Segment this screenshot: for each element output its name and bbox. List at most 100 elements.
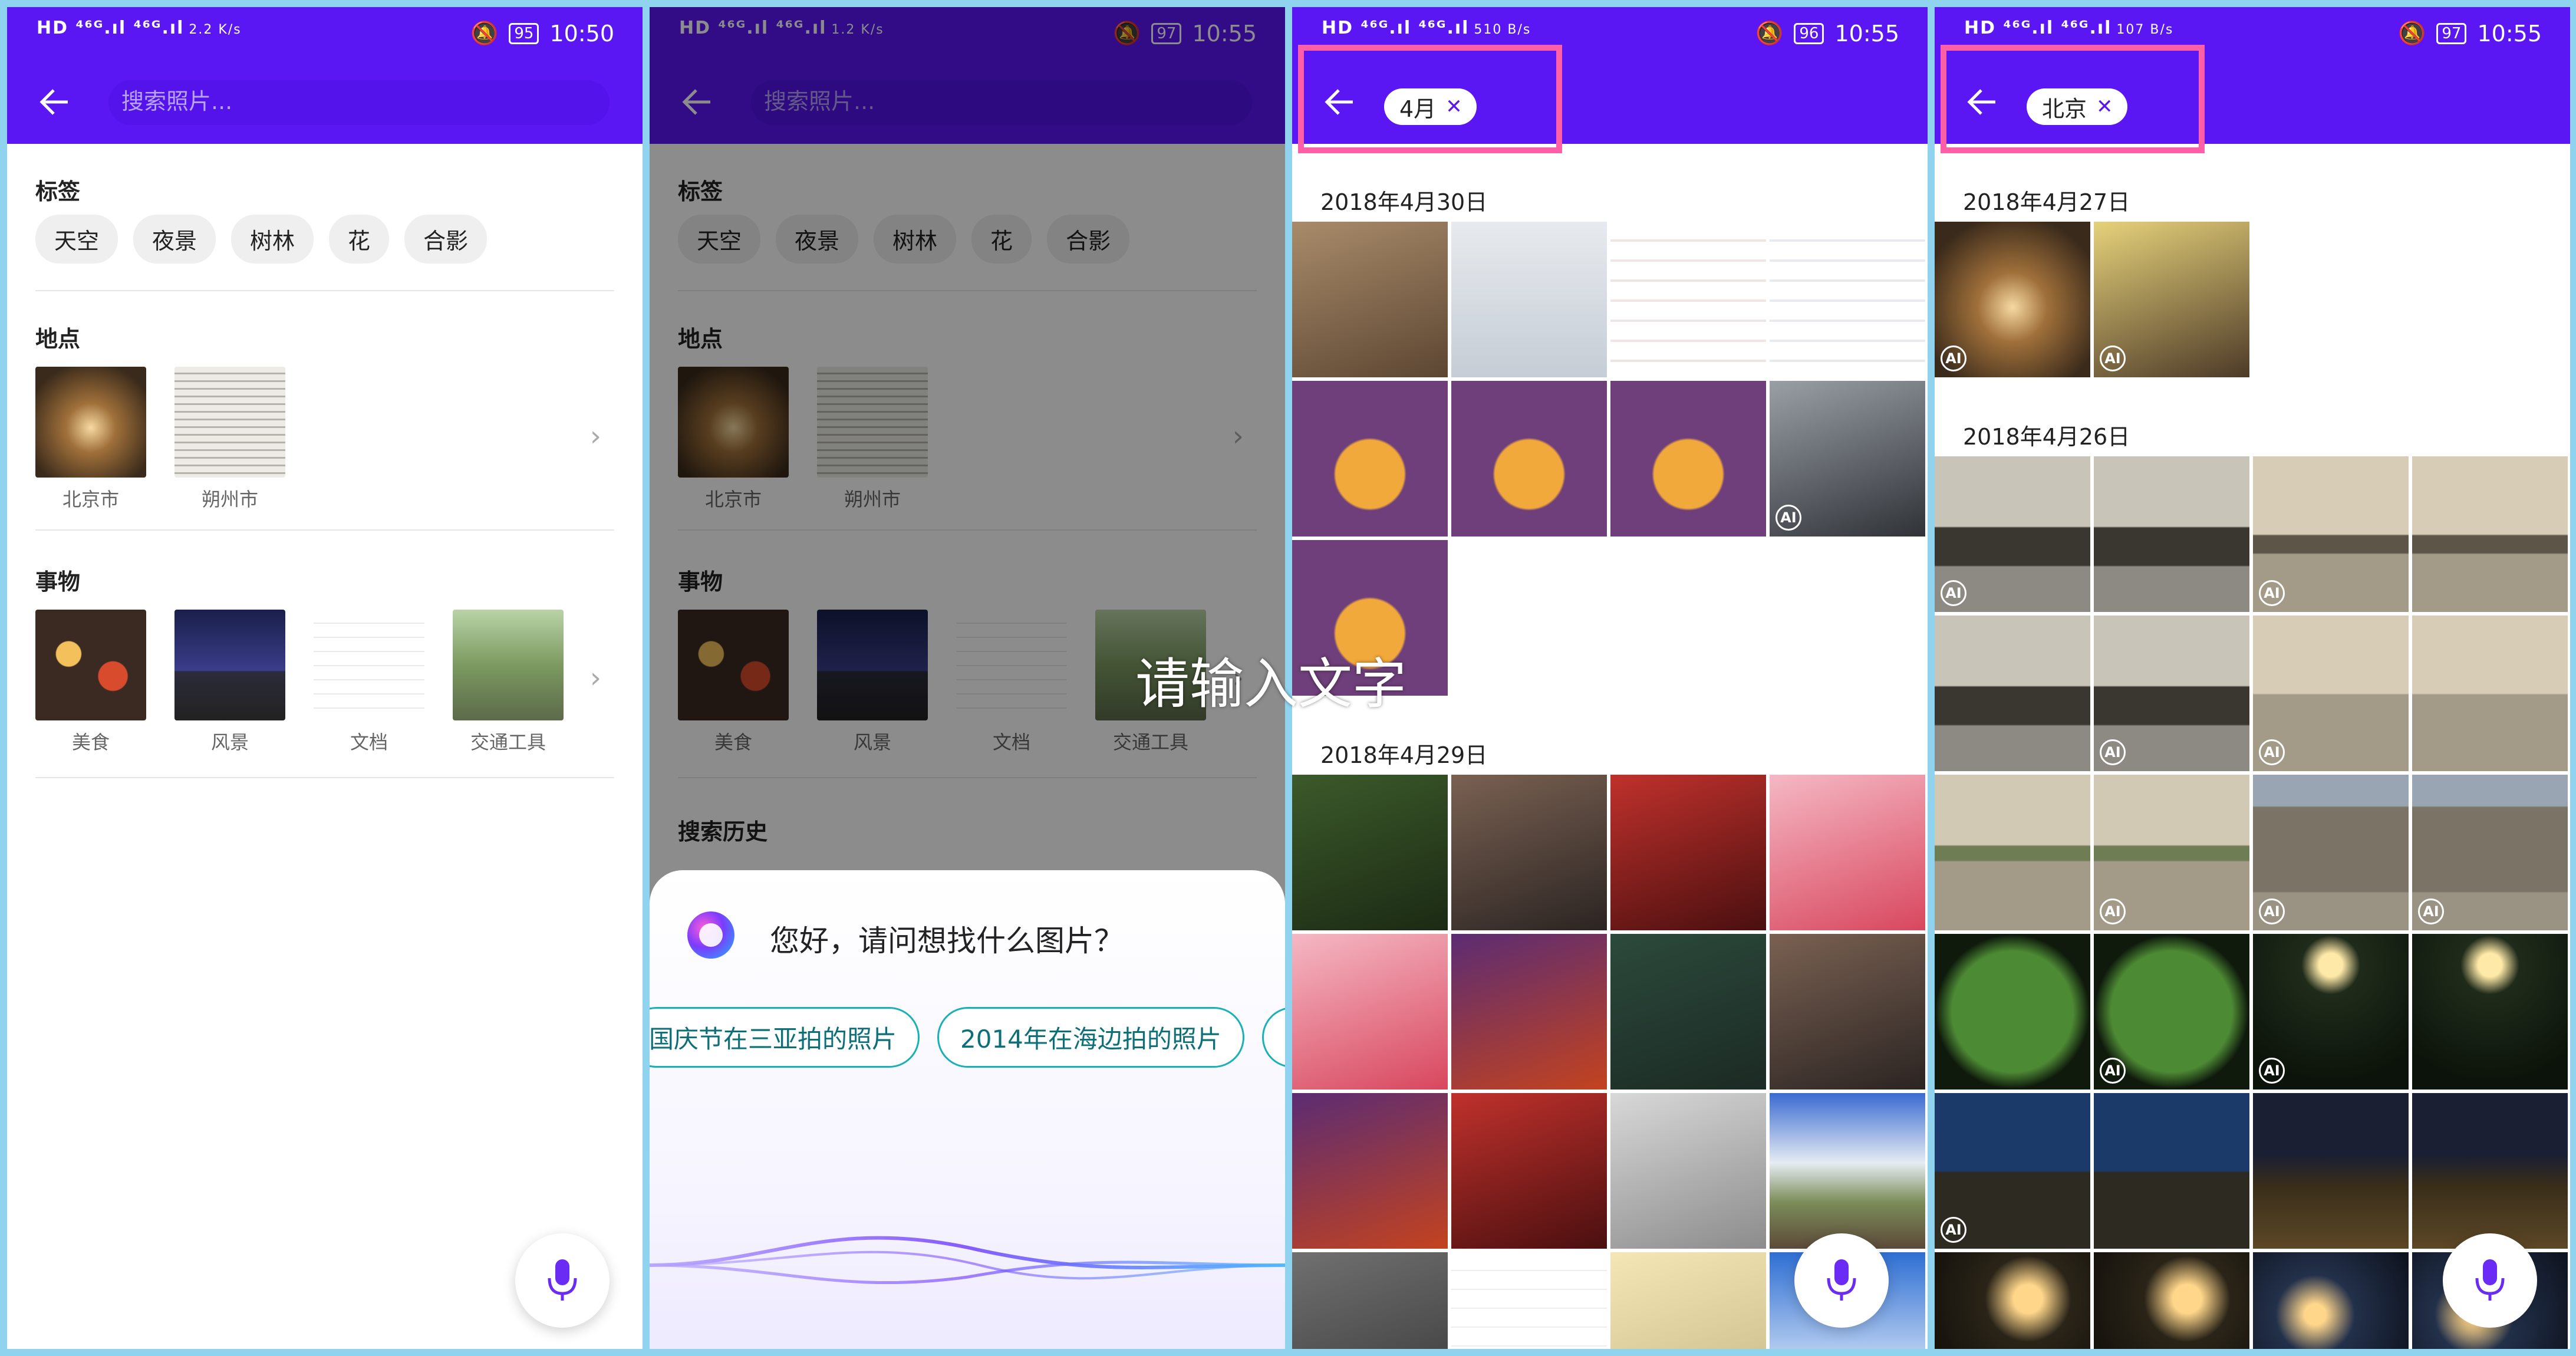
overlay-caption: 请输入文字	[1135, 653, 1407, 716]
photo-thumbnail[interactable]	[1770, 934, 1925, 1090]
suggestion-chip[interactable]: 国庆节在三亚拍的照片	[650, 1007, 920, 1068]
photo-thumbnail[interactable]: AI	[2094, 934, 2249, 1090]
thing-vehicle[interactable]: 交通工具	[453, 610, 564, 755]
photo-thumbnail[interactable]	[1610, 222, 1766, 377]
photo-thumbnail[interactable]	[1292, 934, 1448, 1090]
photo-thumbnail[interactable]	[1770, 222, 1925, 377]
voice-search-button[interactable]	[515, 1233, 610, 1328]
thing-food[interactable]: 美食	[35, 610, 146, 755]
status-bar: HD ⁴⁶ᴳ.ıl ⁴⁶ᴳ.ıl 2.2 K/s 🔕 95 10:50	[7, 7, 643, 60]
tag-chip-night[interactable]: 夜景	[133, 215, 216, 264]
photo-thumbnail[interactable]	[1610, 934, 1766, 1090]
photo-thumbnail[interactable]	[1451, 1252, 1607, 1349]
microphone-icon	[1827, 1259, 1856, 1301]
photo-thumbnail[interactable]: AI	[2253, 616, 2409, 771]
mute-icon: 🔕	[2398, 20, 2426, 46]
date-group-label: 2018年4月27日	[1963, 189, 2130, 215]
tag-chip-forest[interactable]: 树林	[231, 215, 314, 264]
photo-thumbnail[interactable]	[1935, 775, 2090, 930]
thing-thumbnail	[35, 610, 146, 720]
microphone-icon	[2475, 1259, 2505, 1301]
photo-thumbnail[interactable]: AI	[1935, 1093, 2090, 1249]
thing-label: 美食	[71, 731, 110, 753]
photo-thumbnail[interactable]: AI	[2094, 222, 2249, 377]
ai-badge-icon: AI	[1775, 505, 1801, 531]
network-speed: 510 B/s	[1474, 22, 1531, 37]
voice-search-button[interactable]	[1794, 1233, 1889, 1328]
photo-thumbnail[interactable]	[2412, 934, 2568, 1090]
tags-heading: 标签	[35, 179, 81, 205]
tag-chip-flower[interactable]: 花	[329, 215, 390, 264]
photo-thumbnail[interactable]	[1292, 1093, 1448, 1249]
search-input[interactable]	[108, 80, 593, 114]
photo-thumbnail[interactable]	[1935, 1252, 2090, 1349]
date-group-label: 2018年4月30日	[1320, 189, 1488, 215]
photo-thumbnail[interactable]: AI	[2412, 775, 2568, 930]
ai-badge-icon: AI	[2259, 1058, 2285, 1084]
photo-thumbnail[interactable]	[2094, 1252, 2249, 1349]
photo-thumbnail[interactable]	[2412, 456, 2568, 612]
assistant-orb-icon	[687, 911, 734, 959]
ai-badge-icon: AI	[1941, 1217, 1966, 1243]
photo-thumbnail[interactable]	[1292, 1252, 1448, 1349]
photo-thumbnail[interactable]	[1610, 1252, 1766, 1349]
photo-thumbnail[interactable]	[1451, 775, 1607, 930]
voice-waveform	[650, 1236, 1285, 1285]
voice-search-button[interactable]	[2443, 1233, 2537, 1328]
highlight-box	[1941, 45, 2205, 153]
thing-document[interactable]: 文档	[314, 610, 424, 755]
place-shuozhou[interactable]: 朔州市	[174, 367, 285, 512]
tag-chip-group-photo[interactable]: 合影	[404, 215, 487, 264]
photo-thumbnail[interactable]: AI	[1770, 381, 1925, 537]
photo-thumbnail[interactable]: AI	[2253, 775, 2409, 930]
photo-thumbnail[interactable]	[2094, 456, 2249, 612]
photo-thumbnail[interactable]	[1292, 775, 1448, 930]
photo-thumbnail[interactable]	[1451, 934, 1607, 1090]
place-beijing[interactable]: 北京市	[35, 367, 146, 512]
thing-scenery[interactable]: 风景	[174, 610, 285, 755]
photo-thumbnail[interactable]: AI	[2253, 456, 2409, 612]
chevron-right-icon[interactable]: ›	[590, 420, 601, 453]
thing-label: 文档	[350, 731, 388, 753]
ai-badge-icon: AI	[2100, 345, 2126, 371]
suggestion-chip[interactable]: 今	[1261, 1007, 1285, 1068]
photo-thumbnail[interactable]: AI	[1935, 222, 2090, 377]
ai-badge-icon: AI	[1941, 580, 1966, 606]
ai-badge-icon: AI	[2100, 1058, 2126, 1084]
photo-thumbnail[interactable]	[1451, 381, 1607, 537]
photo-thumbnail[interactable]	[1935, 934, 2090, 1090]
photo-thumbnail[interactable]	[1610, 1093, 1766, 1249]
back-arrow-icon[interactable]	[35, 83, 74, 121]
photo-thumbnail[interactable]	[2412, 1093, 2568, 1249]
photo-thumbnail[interactable]	[1770, 775, 1925, 930]
ai-badge-icon: AI	[2100, 739, 2126, 765]
suggestion-chip[interactable]: 2014年在海边拍的照片	[937, 1007, 1244, 1068]
photo-thumbnail[interactable]	[1610, 775, 1766, 930]
mute-icon: 🔕	[1755, 20, 1784, 46]
photo-thumbnail[interactable]: AI	[1935, 456, 2090, 612]
photo-thumbnail[interactable]	[2253, 1252, 2409, 1349]
search-field[interactable]	[108, 80, 610, 125]
photo-thumbnail[interactable]	[2094, 1093, 2249, 1249]
photo-thumbnail[interactable]	[2253, 1093, 2409, 1249]
ai-badge-icon: AI	[2259, 580, 2285, 606]
divider	[35, 777, 614, 778]
photo-thumbnail[interactable]	[2412, 616, 2568, 771]
ai-badge-icon: AI	[2259, 739, 2285, 765]
photo-thumbnail[interactable]: AI	[2094, 616, 2249, 771]
photo-grid: AI AI	[1935, 222, 2568, 377]
chevron-right-icon[interactable]: ›	[590, 661, 601, 695]
tag-chip-sky[interactable]: 天空	[35, 215, 118, 264]
voice-assistant-sheet: 您好，请问想找什么图片？ 国庆节在三亚拍的照片 2014年在海边拍的照片 今	[650, 870, 1285, 1349]
photo-thumbnail[interactable]	[1451, 1093, 1607, 1249]
photo-thumbnail[interactable]	[1935, 616, 2090, 771]
photo-thumbnail[interactable]	[1292, 222, 1448, 377]
photo-thumbnail[interactable]	[1451, 222, 1607, 377]
photo-thumbnail[interactable]	[1292, 381, 1448, 537]
photo-thumbnail[interactable]: AI	[2253, 934, 2409, 1090]
photo-thumbnail[interactable]: AI	[2094, 775, 2249, 930]
signal-indicators: HD ⁴⁶ᴳ.ıl ⁴⁶ᴳ.ıl	[37, 18, 185, 38]
photo-grid: AI	[1292, 222, 1925, 696]
photo-thumbnail[interactable]	[1610, 381, 1766, 537]
photo-thumbnail[interactable]	[1770, 1093, 1925, 1249]
